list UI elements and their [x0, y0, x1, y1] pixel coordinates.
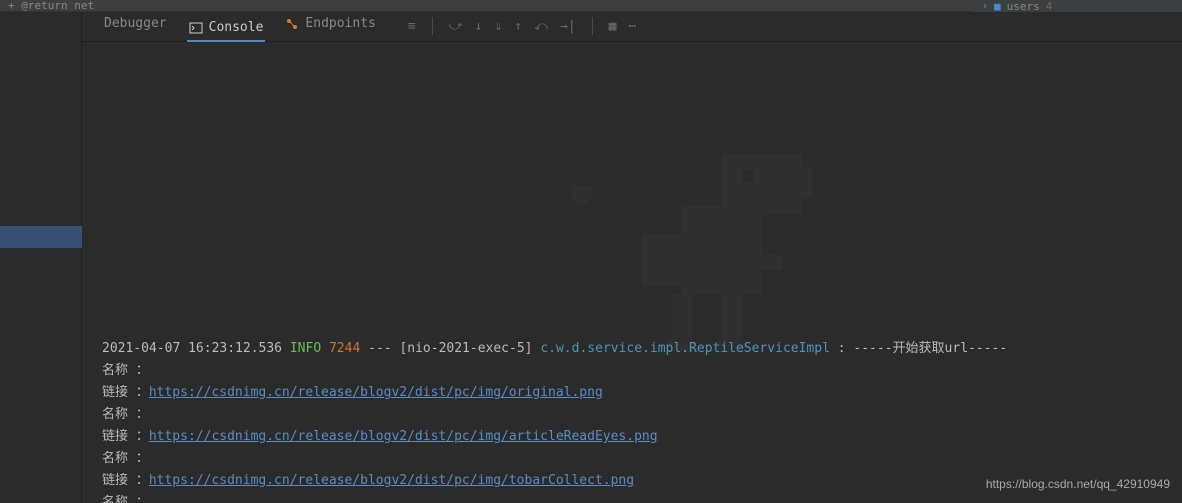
drop-frame-icon[interactable]: ⤺ [534, 19, 548, 34]
settings-icon[interactable]: ⋯ [628, 19, 636, 34]
console-icon [189, 21, 203, 35]
log-thread: [nio-2021-exec-5] [399, 341, 532, 356]
top-bar-text: + @return net [8, 0, 94, 12]
endpoints-icon [285, 17, 299, 31]
tab-debugger[interactable]: Debugger [102, 12, 169, 35]
force-step-into-icon[interactable]: ⇓ [494, 19, 502, 34]
name-label: 名称 ： [102, 495, 149, 503]
step-over-icon[interactable]: ⤻ [449, 19, 463, 34]
log-dashes: --- [368, 341, 391, 356]
tab-console[interactable]: Console [187, 16, 266, 42]
tab-endpoints-label: Endpoints [305, 16, 375, 31]
log-name-line: 名称 ： [102, 492, 1162, 503]
separator [592, 17, 593, 35]
log-timestamp: 2021-04-07 16:23:12.536 [102, 341, 282, 356]
name-label: 名称 ： [102, 451, 149, 466]
project-tree-item[interactable]: › ■ users 4 [972, 0, 1182, 12]
tab-debugger-label: Debugger [104, 16, 167, 31]
run-to-cursor-icon[interactable]: →| [560, 19, 576, 34]
filter-icon[interactable]: ≡ [408, 19, 416, 34]
name-label: 名称 ： [102, 363, 149, 378]
log-pid: 7244 [329, 341, 360, 356]
folder-count: 4 [1046, 0, 1053, 13]
log-colon: : [838, 341, 846, 356]
separator [432, 17, 433, 35]
log-name-line: 名称 ： [102, 404, 1162, 426]
debug-tab-bar: Debugger Console Endpoints ≡ ⤻ ↓ ⇓ [82, 12, 1182, 42]
folder-icon: ■ [994, 0, 1001, 13]
step-out-icon[interactable]: ↑ [514, 19, 522, 34]
folder-label: users [1007, 0, 1040, 13]
toolbar-icons: ≡ ⤻ ↓ ⇓ ↑ ⤺ →| ▦ ⋯ [408, 17, 636, 35]
url-link[interactable]: https://csdnimg.cn/release/blogv2/dist/p… [149, 429, 658, 444]
link-label: 链接 ： [102, 429, 149, 444]
log-name-line: 名称 ： [102, 448, 1162, 470]
log-link-line: 链接 ：https://csdnimg.cn/release/blogv2/di… [102, 382, 1162, 404]
link-label: 链接 ： [102, 385, 149, 400]
tab-endpoints[interactable]: Endpoints [283, 12, 377, 35]
left-gutter [0, 12, 82, 503]
log-header-line: 2021-04-07 16:23:12.536 INFO 7244 --- [n… [102, 338, 1162, 360]
tab-console-label: Console [209, 20, 264, 35]
console-output[interactable]: 2021-04-07 16:23:12.536 INFO 7244 --- [n… [82, 42, 1182, 503]
log-name-line: 名称 ： [102, 360, 1162, 382]
log-logger: c.w.d.service.impl.ReptileServiceImpl [540, 341, 830, 356]
log-msg: -----开始获取url----- [853, 341, 1007, 356]
url-link[interactable]: https://csdnimg.cn/release/blogv2/dist/p… [149, 473, 634, 488]
name-label: 名称 ： [102, 407, 149, 422]
log-level: INFO [290, 341, 321, 356]
url-link[interactable]: https://csdnimg.cn/release/blogv2/dist/p… [149, 385, 603, 400]
step-into-icon[interactable]: ↓ [475, 19, 483, 34]
log-link-line: 链接 ：https://csdnimg.cn/release/blogv2/di… [102, 426, 1162, 448]
chevron-right-icon: › [982, 1, 988, 12]
evaluate-icon[interactable]: ▦ [609, 19, 617, 34]
gutter-highlight [0, 226, 82, 248]
link-label: 链接 ： [102, 473, 149, 488]
watermark: https://blog.csdn.net/qq_42910949 [986, 477, 1170, 491]
